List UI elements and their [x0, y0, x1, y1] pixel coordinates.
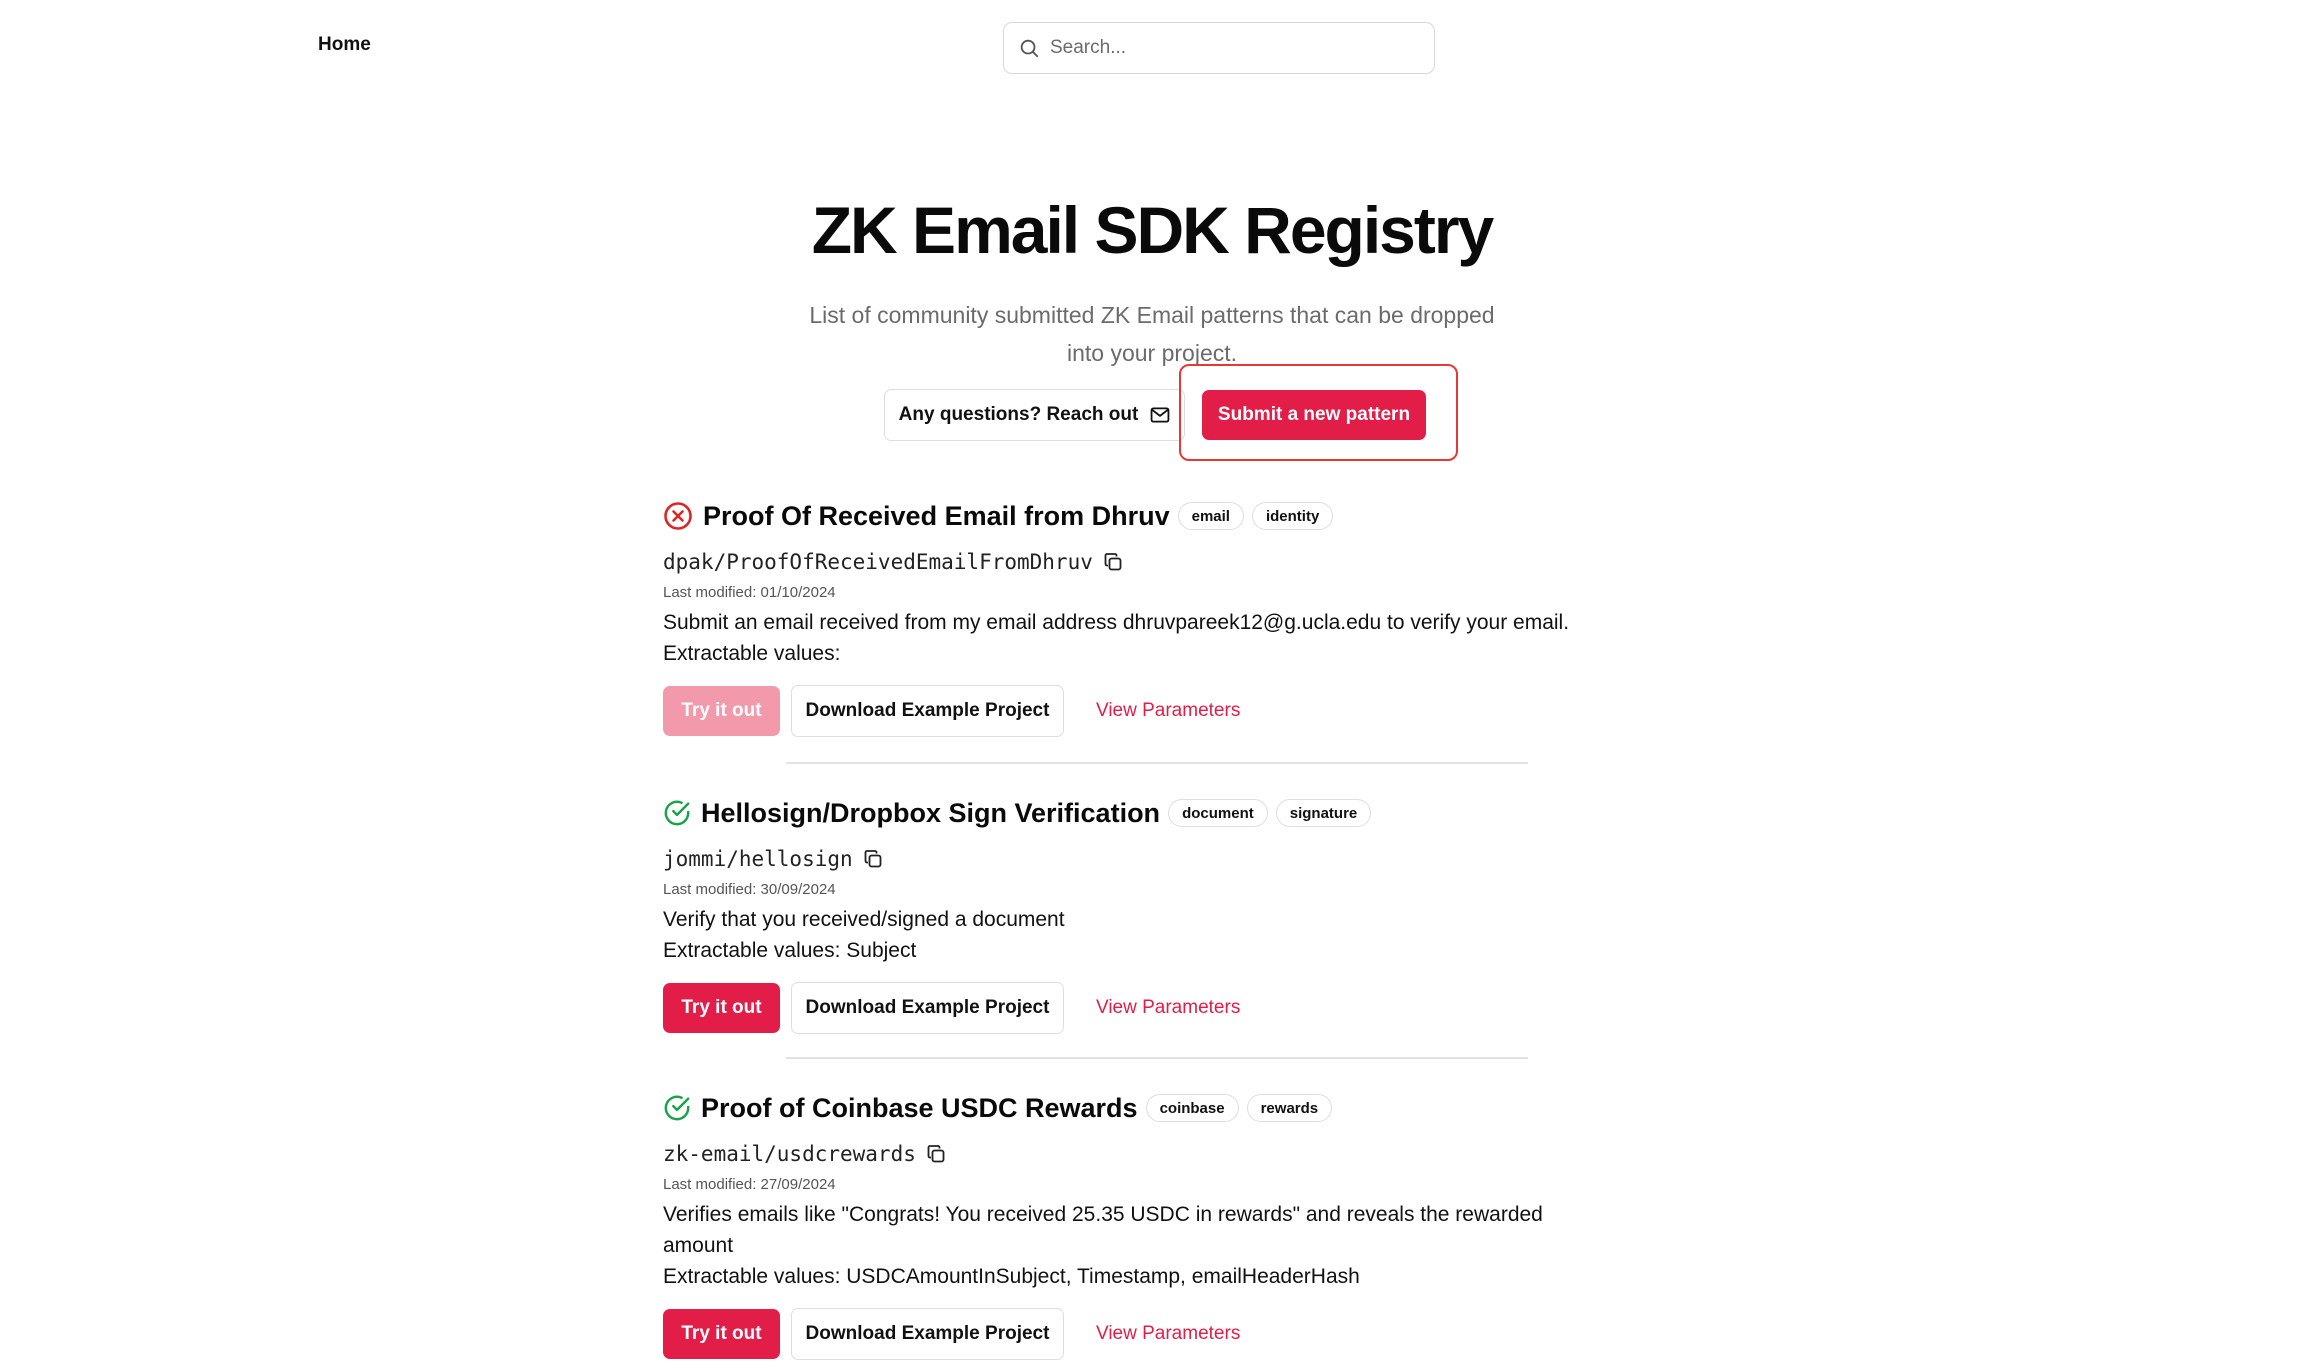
divider: [786, 1057, 1528, 1059]
submit-pattern-button[interactable]: Submit a new pattern: [1202, 390, 1426, 440]
tag: coinbase: [1145, 1094, 1239, 1122]
try-it-out-button[interactable]: Try it out: [663, 686, 780, 736]
reach-out-label: Any questions? Reach out: [898, 404, 1139, 425]
pattern-card: Hellosign/Dropbox Sign Verification docu…: [663, 793, 1643, 1035]
try-it-out-button[interactable]: Try it out: [663, 983, 780, 1033]
download-example-button[interactable]: Download Example Project: [791, 982, 1064, 1034]
copy-icon[interactable]: [926, 1144, 946, 1164]
home-link[interactable]: Home: [318, 34, 371, 56]
pattern-card: Proof Of Received Email from Dhruv email…: [663, 496, 1643, 738]
top-nav: Home: [0, 0, 2304, 96]
pattern-title[interactable]: Proof Of Received Email from Dhruv: [703, 501, 1170, 532]
page-title: ZK Email SDK Registry: [811, 193, 1495, 267]
try-it-out-button[interactable]: Try it out: [663, 1309, 780, 1359]
last-modified: Last modified: 27/09/2024: [663, 1176, 836, 1193]
pattern-description: Submit an email received from my email a…: [663, 611, 1570, 634]
extractable-values: Extractable values:: [663, 642, 841, 665]
download-example-button[interactable]: Download Example Project: [791, 1308, 1064, 1360]
pattern-description: Verifies emails like "Congrats! You rece…: [663, 1203, 1543, 1257]
copy-icon[interactable]: [863, 849, 883, 869]
pattern-description: Verify that you received/signed a docume…: [663, 908, 1065, 931]
copy-icon[interactable]: [1103, 552, 1123, 572]
search-box[interactable]: [1003, 22, 1435, 74]
tag: rewards: [1246, 1094, 1333, 1122]
check-circle-icon: [664, 800, 690, 826]
extractable-values: Extractable values: Subject: [663, 939, 917, 962]
mail-icon: [1150, 407, 1170, 423]
check-circle-icon: [664, 1095, 690, 1121]
reach-out-button[interactable]: Any questions? Reach out: [884, 389, 1185, 441]
pattern-title[interactable]: Hellosign/Dropbox Sign Verification: [701, 798, 1160, 829]
pattern-slug: jommi/hellosign: [663, 847, 853, 871]
extractable-values: Extractable values: USDCAmountInSubject,…: [663, 1265, 1360, 1288]
view-parameters-link[interactable]: View Parameters: [1096, 997, 1240, 1019]
pattern-slug: dpak/ProofOfReceivedEmailFromDhruv: [663, 550, 1093, 574]
divider: [786, 762, 1528, 764]
tag: identity: [1251, 502, 1334, 530]
search-icon: [1020, 39, 1039, 58]
search-input[interactable]: [1050, 37, 1410, 59]
download-example-button[interactable]: Download Example Project: [791, 685, 1064, 737]
last-modified: Last modified: 30/09/2024: [663, 881, 836, 898]
view-parameters-link[interactable]: View Parameters: [1096, 700, 1240, 722]
tag: document: [1168, 799, 1268, 827]
view-parameters-link[interactable]: View Parameters: [1096, 1323, 1240, 1345]
last-modified: Last modified: 01/10/2024: [663, 584, 836, 601]
pattern-card: Proof of Coinbase USDC Rewards coinbase …: [663, 1088, 1643, 1361]
tag: signature: [1275, 799, 1372, 827]
tag: email: [1177, 502, 1244, 530]
x-circle-icon: [664, 502, 692, 530]
pattern-title[interactable]: Proof of Coinbase USDC Rewards: [701, 1093, 1138, 1124]
page-subtitle: List of community submitted ZK Email pat…: [809, 302, 1495, 366]
pattern-slug: zk-email/usdcrewards: [663, 1142, 916, 1166]
